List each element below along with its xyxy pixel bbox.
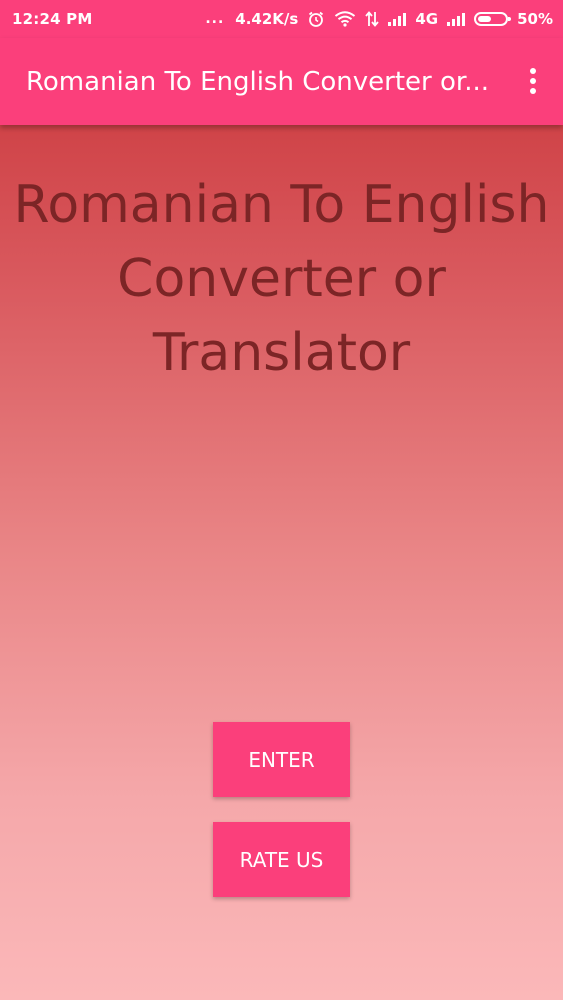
network-speed: 4.42K/s (235, 10, 299, 28)
more-vert-icon[interactable] (519, 64, 547, 98)
page-heading: Romanian To English Converter or Transla… (13, 175, 550, 383)
signal-icon (447, 12, 466, 26)
signal-icon (388, 12, 407, 26)
more-notifications-icon: ... (205, 11, 225, 27)
status-time: 12:24 PM (12, 10, 93, 28)
network-type: 4G (415, 10, 439, 28)
app-bar: Romanian To English Converter or... (0, 38, 563, 125)
enter-button[interactable]: ENTER (213, 722, 350, 797)
rate-us-button[interactable]: RATE US (213, 822, 350, 897)
wifi-icon (334, 11, 356, 27)
status-icons: ... 4.42K/s 4G 50% (205, 9, 553, 29)
data-arrows-icon (365, 11, 380, 27)
battery-icon (474, 12, 512, 26)
app-title: Romanian To English Converter or... (26, 67, 489, 97)
alarm-icon (307, 10, 325, 28)
battery-percent: 50% (517, 10, 553, 28)
status-bar: 12:24 PM ... 4.42K/s 4G 50% (0, 0, 563, 38)
